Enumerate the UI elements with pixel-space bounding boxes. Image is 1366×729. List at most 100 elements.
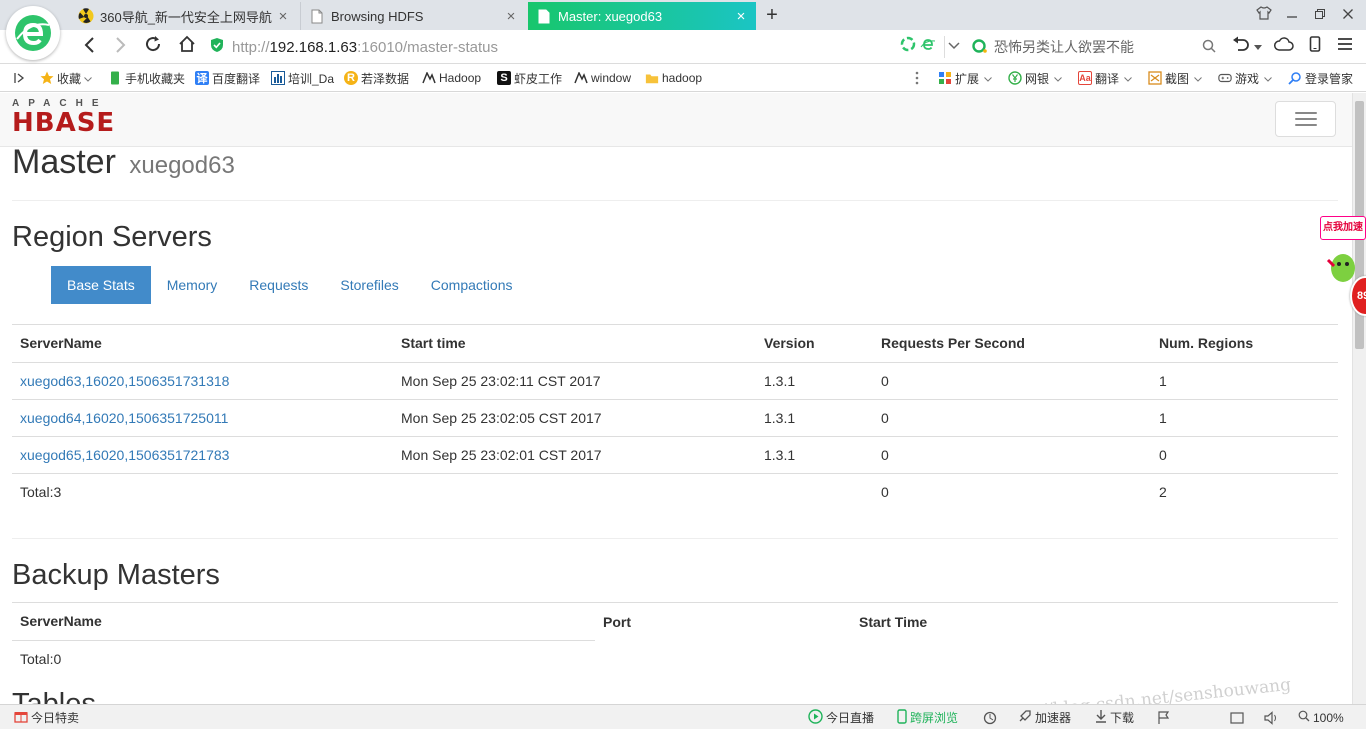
server-link[interactable]: xuegod64,16020,1506351725011 [20, 410, 228, 426]
today-live[interactable]: 今日直播 [808, 708, 874, 726]
recycle-icon[interactable] [897, 36, 919, 58]
search-engine-icon [972, 38, 988, 57]
server-name-cell: xuegod65,16020,1506351721783 [12, 435, 393, 473]
accelerator[interactable]: 加速器 [1018, 709, 1071, 726]
requests-cell: 0 [873, 435, 1151, 473]
close-icon[interactable]: × [734, 8, 748, 25]
backup-masters-heading: Backup Masters [12, 559, 220, 591]
close-icon[interactable]: × [276, 8, 290, 25]
url-input[interactable]: http://192.168.1.63:16010/master-status [210, 34, 940, 60]
sidebar-toggle-icon[interactable] [14, 70, 26, 86]
tab-requests[interactable]: Requests [233, 266, 324, 304]
tab-360-nav[interactable]: 360导航_新一代安全上网导航 × [70, 2, 298, 30]
search-input[interactable]: 恐怖另类让人欲罢不能 [972, 34, 1216, 60]
more-icon[interactable] [915, 70, 919, 86]
vertical-scrollbar[interactable] [1352, 93, 1366, 704]
bookmark-baidu-translate[interactable]: 译 百度翻译 [195, 70, 260, 86]
url-scheme: http:// [232, 38, 270, 56]
tab-compactions[interactable]: Compactions [415, 266, 529, 304]
server-link[interactable]: xuegod65,16020,1506351721783 [20, 447, 229, 463]
close-window-icon[interactable] [1334, 4, 1362, 26]
close-icon[interactable]: × [504, 8, 518, 25]
toolbar-login-manager[interactable]: 登录管家 [1288, 70, 1353, 86]
bookmark-label: hadoop [662, 71, 703, 85]
restore-icon[interactable] [1306, 4, 1334, 26]
table-total-row: Total:0 [12, 640, 1338, 677]
toolbar-netbank[interactable]: 网银 [1008, 70, 1062, 86]
total-requests-cell: 0 [873, 472, 1151, 510]
rocket-icon [1018, 709, 1032, 726]
accelerate-badge[interactable]: 点我加速 [1320, 216, 1366, 240]
column-header: ServerName [12, 603, 595, 641]
status-label: 下载 [1110, 711, 1135, 725]
ie-mode-icon[interactable] [917, 36, 939, 58]
forward-icon[interactable] [108, 35, 134, 59]
server-link[interactable]: xuegod63,16020,1506351731318 [20, 373, 229, 389]
search-icon[interactable] [1202, 39, 1216, 56]
refresh-icon[interactable] [983, 709, 997, 726]
bookmark-mobile[interactable]: 手机收藏夹 [108, 70, 185, 86]
toolbar-games[interactable]: 游戏 [1218, 70, 1272, 86]
total-label-cell: Total:3 [12, 472, 393, 510]
bookmark-window[interactable]: window [574, 70, 631, 86]
flag-icon[interactable] [1157, 709, 1171, 726]
tab-title: Master: xuegod63 [558, 8, 663, 24]
minimize-icon[interactable] [1278, 4, 1306, 26]
start-time-cell: Mon Sep 25 23:02:05 CST 2017 [393, 398, 756, 436]
address-toolbar: http://192.168.1.63:16010/master-status … [0, 30, 1366, 64]
status-label: 今日特卖 [31, 711, 80, 725]
volume-icon[interactable] [1264, 709, 1280, 726]
home-icon[interactable] [174, 35, 200, 59]
tool-label: 翻译 [1095, 71, 1120, 86]
window-icon[interactable] [1230, 709, 1244, 726]
start-time-cell: Mon Sep 25 23:02:01 CST 2017 [393, 435, 756, 473]
navbar-toggle-button[interactable] [1275, 101, 1336, 137]
status-label: 加速器 [1035, 711, 1072, 725]
360-browser-logo-icon[interactable] [6, 6, 60, 60]
bookmark-label: Hadoop [439, 71, 482, 85]
cloud-icon[interactable] [1273, 36, 1295, 58]
tab-storefiles[interactable]: Storefiles [324, 266, 414, 304]
tab-base-stats[interactable]: Base Stats [51, 266, 151, 304]
url-host: 192.168.1.63 [269, 38, 358, 56]
yen-icon [1008, 71, 1022, 85]
regions-cell: 1 [1151, 361, 1338, 399]
tab-memory[interactable]: Memory [151, 266, 234, 304]
chevron-down-icon[interactable] [944, 36, 962, 58]
chevron-down-icon[interactable] [1252, 36, 1264, 58]
status-label: 跨屏浏览 [910, 711, 959, 725]
page-title: Master xuegod63 [12, 143, 235, 182]
refresh-icon[interactable] [140, 35, 166, 59]
bookmark-hadoop-folder[interactable]: hadoop [645, 70, 702, 86]
column-header: Requests Per Second [873, 325, 1151, 363]
menu-icon[interactable] [1334, 36, 1356, 58]
downloads[interactable]: 下载 [1095, 709, 1134, 726]
version-cell: 1.3.1 [756, 435, 873, 473]
column-header: Version [756, 325, 873, 363]
hbase-logo[interactable]: APACHE HBASE [12, 99, 115, 137]
new-tab-button[interactable]: + [760, 3, 784, 27]
hbase-master-page: APACHE HBASE Master xuegod63 Region Serv… [0, 93, 1352, 704]
regions-cell: 1 [1151, 398, 1338, 436]
bookmark-hadoop[interactable]: Hadoop [422, 70, 481, 86]
bookmark-training[interactable]: 培训_Da [271, 70, 334, 86]
bookmark-favorites[interactable]: 收藏 [40, 70, 92, 86]
tab-master-status[interactable]: Master: xuegod63 × [528, 2, 756, 30]
chevron-down-icon [1264, 71, 1272, 85]
zoom-level[interactable]: 100% [1298, 709, 1344, 726]
bookmark-ruoze[interactable]: R 若泽数据 [344, 70, 409, 86]
tab-browsing-hdfs[interactable]: Browsing HDFS × [300, 2, 526, 30]
accelerator-widget[interactable]: 点我加速 89 [1318, 216, 1366, 316]
toolbar-translate[interactable]: Aa 翻译 [1078, 70, 1132, 86]
shirt-skin-icon[interactable] [1250, 4, 1278, 26]
bookmark-shopee-work[interactable]: S 虾皮工作 [497, 70, 562, 86]
undo-icon[interactable] [1230, 36, 1252, 58]
cross-screen-browse[interactable]: 跨屏浏览 [897, 708, 959, 726]
toolbar-screenshot[interactable]: 截图 [1148, 70, 1202, 86]
mobile-icon[interactable] [1304, 36, 1326, 58]
toolbar-extensions[interactable]: 扩展 [938, 70, 992, 86]
tool-label: 登录管家 [1305, 71, 1354, 86]
today-deals[interactable]: 今日特卖 [14, 709, 79, 726]
magnifier-icon [1298, 710, 1310, 725]
back-icon[interactable] [76, 35, 102, 59]
